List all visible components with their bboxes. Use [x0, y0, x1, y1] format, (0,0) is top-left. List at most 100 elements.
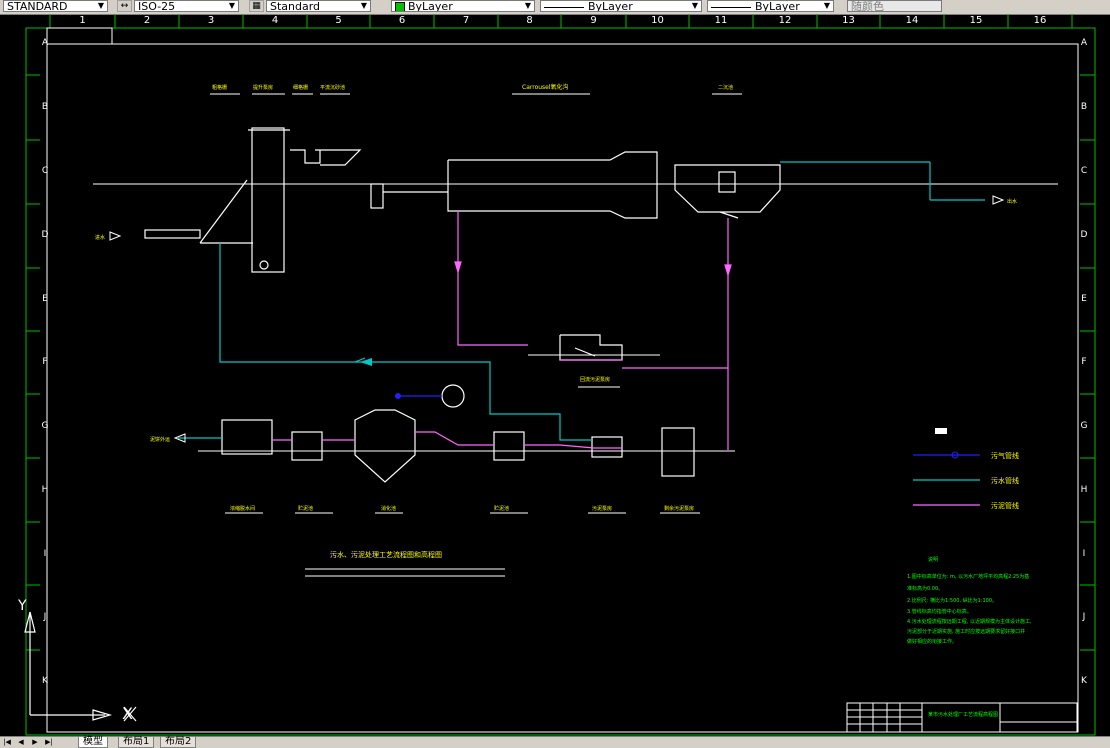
first-tab-icon[interactable]: |◀	[2, 737, 12, 747]
legend-lines	[913, 451, 980, 506]
row-label: H	[1080, 485, 1088, 495]
column-header: 14	[905, 15, 919, 26]
row-label: K	[1081, 676, 1087, 686]
row-label: B	[1080, 102, 1088, 112]
row-label: A	[1080, 38, 1088, 48]
column-header: 15	[969, 15, 983, 26]
main-title: 污水、污泥处理工艺流程图和高程图	[330, 550, 442, 559]
title-block-text: 某市污水处理厂工艺流程高程图	[928, 711, 998, 718]
note-line: 2.比例尺: 横比为1:500, 纵比为1:100。	[907, 597, 997, 604]
label-dewatering: 浓缩脱水间	[230, 505, 255, 512]
label-grit-chamber: 平流沉砂池	[320, 84, 345, 91]
label-underlines	[210, 93, 742, 577]
row-label: D	[41, 230, 49, 240]
label-sludge-tank-1: 贮泥池	[298, 505, 313, 512]
inlet-label: 进水	[95, 234, 105, 241]
column-header: 13	[842, 15, 855, 26]
label-sludge-pump: 污泥泵房	[592, 505, 612, 512]
oxidation-ditch	[447, 151, 658, 219]
digester	[354, 409, 416, 483]
dewatering-house	[221, 419, 273, 455]
excess-sludge-pump	[661, 427, 695, 477]
column-header: 8	[526, 15, 533, 26]
column-header: 6	[398, 15, 406, 26]
row-label: J	[1082, 612, 1086, 622]
note-line: 1.图中标高单位为: m, 以污水厂地坪平均高程2.25为基	[907, 573, 1029, 580]
last-tab-icon[interactable]: ▶|	[44, 737, 54, 747]
row-label: G	[41, 421, 49, 431]
column-header: 4	[271, 15, 279, 26]
column-header: 5	[335, 15, 342, 26]
column-header: 11	[714, 15, 728, 26]
gas-holder	[441, 384, 465, 408]
tab-model[interactable]: 模型	[78, 737, 108, 748]
layout-tab-bar: |◀ ◀ ▶ ▶| 模型 布局1 布局2	[0, 736, 1110, 748]
row-label: F	[1081, 357, 1087, 367]
row-label: C	[41, 166, 49, 176]
legend-title-block	[935, 428, 947, 434]
sludge-tank-1	[291, 431, 323, 461]
note-line: 4.污水处理流程按远期工程, 以近期规模为主体设计施工,	[907, 618, 1032, 625]
ground-lines	[93, 183, 1058, 452]
column-header: 3	[207, 15, 215, 26]
legend-title: 图例	[963, 426, 971, 432]
column-header: 12	[778, 15, 792, 26]
legend-water-label: 污水管线	[991, 476, 1019, 485]
lift-pump-tower	[251, 127, 285, 273]
outlet-arrow	[992, 195, 1005, 205]
column-header: 9	[590, 15, 597, 26]
grit-chamber	[315, 149, 362, 166]
row-ticks	[26, 74, 1095, 651]
row-label: H	[41, 485, 49, 495]
distribution-well	[370, 183, 384, 209]
note-line: 准标高为0.00。	[907, 585, 943, 592]
note-line: 做好相应的衔接工作。	[907, 638, 957, 645]
row-label: I	[1082, 549, 1086, 559]
row-label: J	[43, 612, 47, 622]
lower-units	[221, 409, 695, 483]
sludge-tank-2	[493, 431, 525, 461]
ucs-x-text: X	[122, 704, 133, 723]
row-label: I	[43, 549, 47, 559]
coarse-screen	[199, 179, 248, 244]
tab-layout2[interactable]: 布局2	[160, 737, 197, 748]
prev-tab-icon[interactable]: ◀	[16, 737, 26, 747]
row-label: G	[1080, 421, 1088, 431]
label-excess-pump: 剩余污泥泵房	[664, 505, 694, 512]
note-line: 污泥部分于近期实施, 施工时应按远期要求留好接口并	[907, 628, 1025, 635]
upper-units	[144, 127, 985, 273]
ucs-y-label: Y	[17, 598, 27, 614]
drawing-canvas[interactable]: 粗格栅 提升泵房 细格栅 平流沉砂池 Carrousel氧化沟 二沉池 进水 出…	[0, 0, 1110, 747]
legend-sludge-label: 污泥管线	[991, 501, 1019, 510]
sludge-pump-room	[591, 436, 623, 458]
label-fine-screen: 细格栅	[293, 84, 308, 91]
outlet-label: 出水	[1007, 198, 1017, 205]
column-header: 16	[1033, 15, 1047, 26]
next-tab-icon[interactable]: ▶	[30, 737, 40, 747]
row-label: K	[42, 676, 48, 686]
label-clarifier: 二沉池	[718, 84, 733, 91]
column-header: 10	[651, 15, 664, 26]
row-label: D	[1080, 230, 1088, 240]
note-line: 3.管线标高均指管中心标高。	[907, 608, 972, 615]
column-header: 1	[79, 15, 86, 26]
label-return-sludge: 回流污泥泵房	[580, 376, 610, 383]
column-header: 2	[143, 15, 151, 26]
notes-title: 说明	[928, 556, 938, 563]
label-lift-pump: 提升泵房	[253, 84, 273, 91]
label-digester: 消化池	[381, 505, 396, 512]
label-sludge-tank-2: 贮泥池	[494, 505, 509, 512]
row-label: F	[42, 357, 48, 367]
sludge-pump-house	[559, 334, 623, 361]
label-oxidation-ditch: Carrousel氧化沟	[522, 83, 569, 91]
label-coarse-screen: 粗格栅	[212, 84, 227, 91]
sludge-out-label: 泥饼外运	[150, 436, 170, 443]
legend-gas-label: 污气管线	[991, 451, 1019, 460]
corner-tag-box	[46, 27, 113, 45]
row-label: B	[41, 102, 49, 112]
fine-screen	[290, 149, 321, 164]
tab-layout1[interactable]: 布局1	[118, 737, 155, 748]
column-header: 7	[462, 15, 470, 26]
row-label: A	[41, 38, 49, 48]
ucs-icon	[24, 611, 113, 721]
